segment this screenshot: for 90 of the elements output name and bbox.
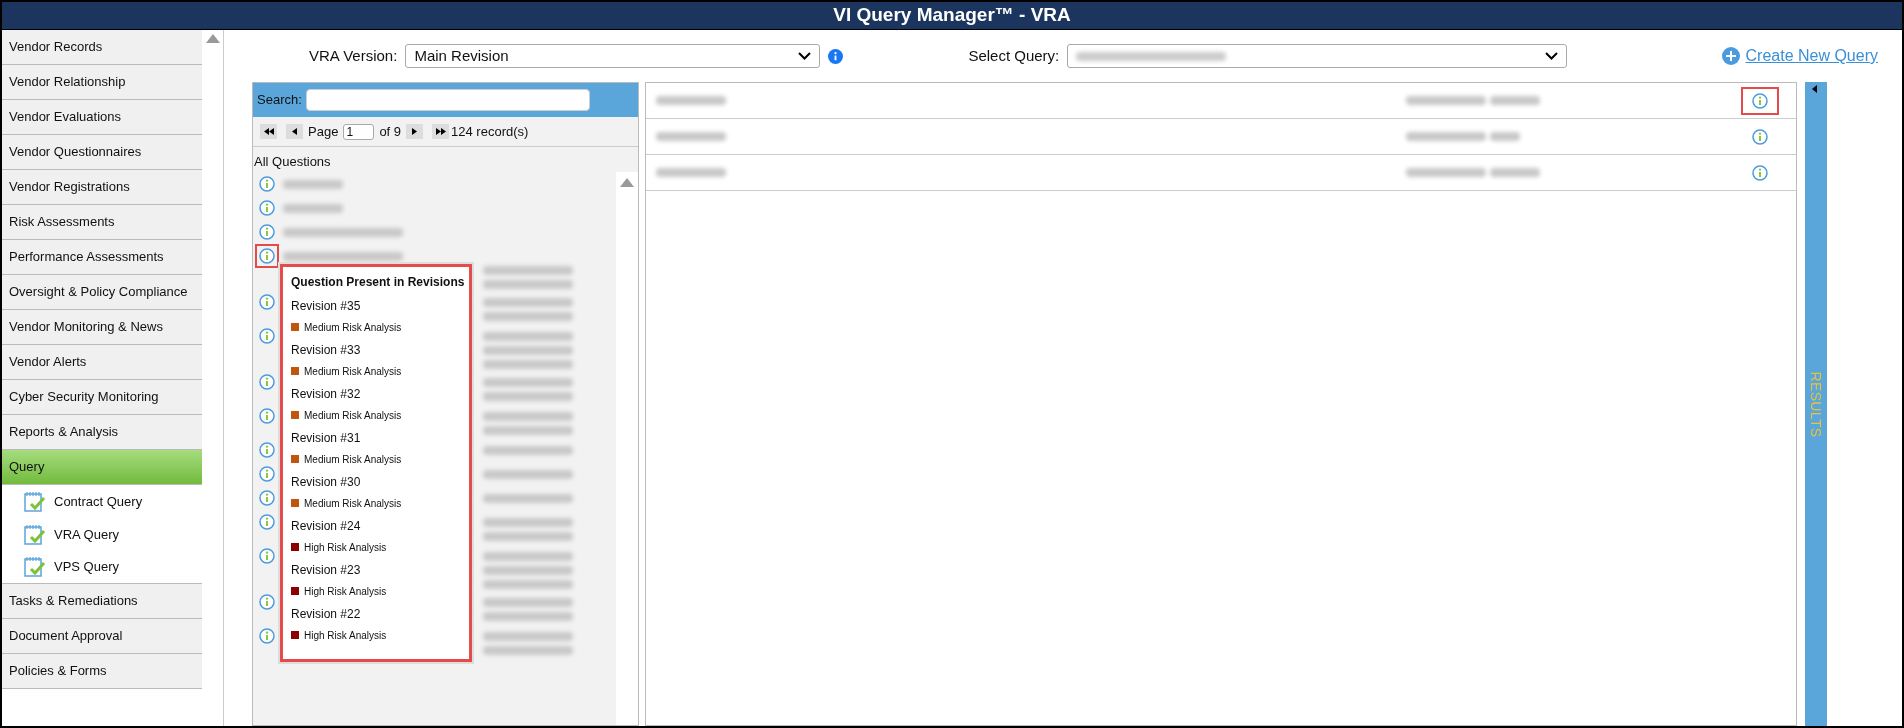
sidebar-item[interactable]: Vendor Records [2, 30, 202, 65]
blurred-text [1490, 168, 1540, 177]
sidebar-item[interactable]: Reports & Analysis [2, 415, 202, 450]
sidebar-item[interactable]: Vendor Relationship [2, 65, 202, 100]
info-icon[interactable] [259, 489, 275, 506]
info-icon[interactable] [1752, 164, 1768, 181]
sidebar-item[interactable]: Policies & Forms [2, 654, 202, 689]
collapse-icon[interactable] [1812, 85, 1817, 93]
info-icon[interactable] [259, 593, 275, 610]
blurred-text [1490, 132, 1520, 141]
revision-label: Revision #22 [291, 606, 362, 623]
previous-page-icon [292, 128, 297, 135]
info-icon[interactable] [259, 175, 275, 192]
last-page-button[interactable] [432, 124, 450, 139]
blurred-text [656, 96, 726, 105]
tab-label: RESULTS [1807, 371, 1826, 437]
field-label: Select Query: [968, 45, 1060, 66]
page-label: Page [308, 122, 339, 141]
checked-note-icon [24, 556, 46, 578]
info-icon[interactable] [259, 627, 275, 644]
first-page-icon [263, 128, 274, 135]
info-icon[interactable] [259, 547, 275, 564]
info-icon[interactable] [259, 199, 275, 216]
risk-label: Medium Risk Analysis [304, 452, 402, 467]
last-page-icon [435, 128, 446, 135]
chevron-icon [798, 52, 812, 60]
info-icon[interactable] [259, 327, 275, 344]
sidebar-item[interactable]: Tasks & Remediations [2, 584, 202, 619]
info-icon[interactable] [1752, 92, 1768, 109]
risk-label: High Risk Analysis [304, 540, 387, 555]
revision-label: Revision #31 [291, 430, 362, 447]
chevron-icon [1545, 52, 1559, 60]
previous-page-button[interactable] [286, 124, 303, 139]
risk-label: Medium Risk Analysis [304, 320, 402, 335]
query-select[interactable] [1067, 44, 1568, 68]
record-count: 124 record(s) [451, 122, 529, 141]
sidebar-item[interactable]: Vendor Monitoring & News [2, 310, 202, 345]
scrollbar[interactable] [616, 171, 638, 725]
revision-label: Revision #30 [291, 474, 362, 491]
field-label: VRA Version: [309, 45, 398, 66]
revision-label: Revision #33 [291, 342, 362, 359]
sidebar-item[interactable]: Vendor Evaluations [2, 100, 202, 135]
search-field[interactable] [305, 89, 590, 111]
scroll-up-icon[interactable] [205, 34, 220, 43]
scroll-up-icon[interactable] [620, 177, 634, 187]
info-icon[interactable] [1752, 128, 1768, 145]
blurred-text [283, 203, 343, 213]
sidebar-item[interactable]: Risk Assessments [2, 205, 202, 240]
risk-label: High Risk Analysis [304, 628, 387, 643]
sidebar-item[interactable]: Vendor Alerts [2, 345, 202, 380]
info-icon[interactable] [259, 441, 275, 458]
revision-label: Revision #32 [291, 386, 362, 403]
next-page-button[interactable] [406, 124, 424, 139]
sidebar-item[interactable]: Query [2, 450, 202, 485]
window-title: VI Query Manager™ - VRA [2, 2, 1902, 30]
blurred-text [283, 179, 343, 189]
risk-label: Medium Risk Analysis [304, 364, 402, 379]
blurred-text [656, 168, 726, 177]
info-icon[interactable] [259, 513, 275, 530]
version-select[interactable]: Main Revision [405, 44, 821, 68]
revision-label: Revision #24 [291, 518, 362, 535]
risk-label: Medium Risk Analysis [304, 496, 402, 511]
sidebar-item[interactable]: Vendor Questionnaires [2, 135, 202, 170]
sidebar-item[interactable]: Performance Assessments [2, 240, 202, 275]
blurred-text [656, 132, 726, 141]
page-count: of 9 [379, 122, 402, 141]
info-icon[interactable] [259, 373, 275, 390]
info-icon[interactable] [259, 223, 275, 240]
info-icon[interactable] [259, 407, 275, 424]
search-label: Search: [257, 91, 302, 110]
first-page-button[interactable] [260, 124, 277, 139]
sidebar-item[interactable]: Cyber Security Monitoring [2, 380, 202, 415]
info-icon[interactable] [259, 293, 275, 310]
revision-label: Revision #35 [291, 298, 362, 315]
sidebar-item[interactable]: Vendor Registrations [2, 170, 202, 205]
info-icon[interactable] [828, 48, 844, 64]
risk-label: Medium Risk Analysis [304, 408, 402, 423]
next-page-icon [412, 128, 418, 135]
risk-label: High Risk Analysis [304, 584, 387, 599]
page-field[interactable]: 1 [343, 123, 375, 140]
checked-note-icon [24, 523, 46, 546]
revision-label: Revision #23 [291, 562, 362, 579]
sidebar-item[interactable]: Document Approval [2, 619, 202, 654]
checked-note-icon [24, 490, 46, 513]
list-heading: All Questions [253, 153, 332, 171]
info-icon[interactable] [259, 465, 275, 482]
sidebar-item[interactable]: Oversight & Policy Compliance [2, 275, 202, 310]
blurred-text [1490, 96, 1540, 105]
plus-icon [1721, 47, 1740, 65]
create-query-link[interactable]: Create New Query [1721, 44, 1878, 68]
